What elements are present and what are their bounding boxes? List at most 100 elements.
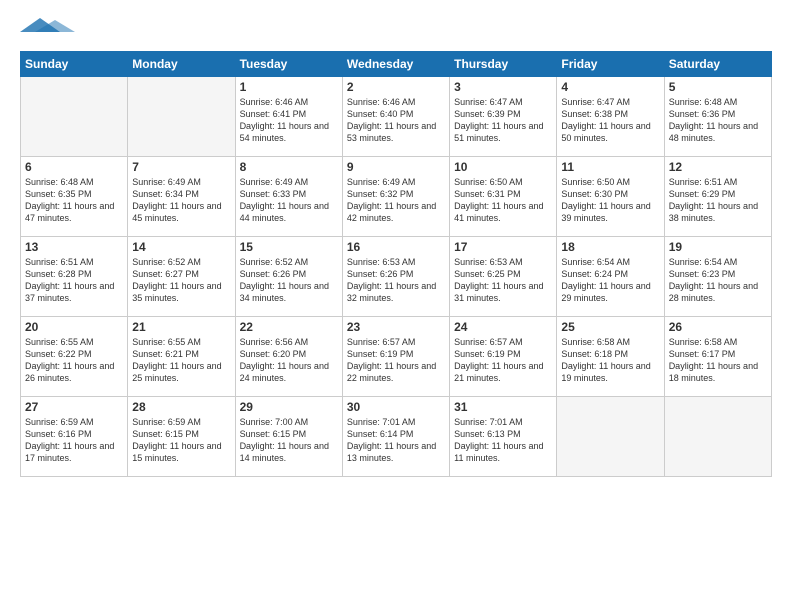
day-info: Sunrise: 6:47 AMSunset: 6:39 PMDaylight:… [454,96,552,145]
day-number: 30 [347,400,445,414]
table-row: 14 Sunrise: 6:52 AMSunset: 6:27 PMDayligh… [128,237,235,317]
day-info: Sunrise: 6:52 AMSunset: 6:27 PMDaylight:… [132,256,230,305]
day-number: 19 [669,240,767,254]
day-info: Sunrise: 6:47 AMSunset: 6:38 PMDaylight:… [561,96,659,145]
day-info: Sunrise: 7:01 AMSunset: 6:14 PMDaylight:… [347,416,445,465]
day-number: 21 [132,320,230,334]
day-info: Sunrise: 6:53 AMSunset: 6:26 PMDaylight:… [347,256,445,305]
table-row: 18 Sunrise: 6:54 AMSunset: 6:24 PMDayligh… [557,237,664,317]
day-number: 20 [25,320,123,334]
day-info: Sunrise: 6:50 AMSunset: 6:30 PMDaylight:… [561,176,659,225]
table-row: 19Sunrise: 6:54 AMSunset: 6:23 PMDayligh… [664,237,771,317]
table-row: 6 Sunrise: 6:48 AMSunset: 6:35 PMDaylight… [21,157,128,237]
logo-icon [20,18,80,36]
col-thursday: Thursday [450,52,557,77]
day-info: Sunrise: 6:55 AMSunset: 6:21 PMDaylight:… [132,336,230,385]
table-row: 27Sunrise: 6:59 AMSunset: 6:16 PMDayligh… [21,397,128,477]
day-number: 17 [454,240,552,254]
col-sunday: Sunday [21,52,128,77]
table-row: 20 Sunrise: 6:55 AMSunset: 6:22 PMDayligh… [21,317,128,397]
calendar-header-row: Sunday Monday Tuesday Wednesday Thursday… [21,52,772,77]
header [20,18,772,41]
day-number: 7 [132,160,230,174]
day-info: Sunrise: 7:01 AMSunset: 6:13 PMDaylight:… [454,416,552,465]
day-number: 23 [347,320,445,334]
table-row: 5 Sunrise: 6:48 AMSunset: 6:36 PMDaylight… [664,77,771,157]
day-number: 4 [561,80,659,94]
day-number: 22 [240,320,338,334]
day-info: Sunrise: 6:49 AMSunset: 6:34 PMDaylight:… [132,176,230,225]
day-number: 27 [25,400,123,414]
day-number: 15 [240,240,338,254]
day-number: 24 [454,320,552,334]
table-row: 4 Sunrise: 6:47 AMSunset: 6:38 PMDaylight… [557,77,664,157]
day-number: 3 [454,80,552,94]
day-info: Sunrise: 6:58 AMSunset: 6:18 PMDaylight:… [561,336,659,385]
day-number: 25 [561,320,659,334]
day-number: 1 [240,80,338,94]
col-monday: Monday [128,52,235,77]
page: Sunday Monday Tuesday Wednesday Thursday… [0,0,792,612]
day-info: Sunrise: 6:56 AMSunset: 6:20 PMDaylight:… [240,336,338,385]
table-row [557,397,664,477]
table-row: 12 Sunrise: 6:51 AMSunset: 6:29 PMDayligh… [664,157,771,237]
table-row [128,77,235,157]
day-number: 5 [669,80,767,94]
day-number: 11 [561,160,659,174]
calendar-week-row: 13Sunrise: 6:51 AMSunset: 6:28 PMDayligh… [21,237,772,317]
day-number: 26 [669,320,767,334]
calendar-table: Sunday Monday Tuesday Wednesday Thursday… [20,51,772,477]
day-info: Sunrise: 6:46 AMSunset: 6:40 PMDaylight:… [347,96,445,145]
table-row: 31 Sunrise: 7:01 AMSunset: 6:13 PMDayligh… [450,397,557,477]
day-number: 6 [25,160,123,174]
table-row: 1 Sunrise: 6:46 AMSunset: 6:41 PMDaylight… [235,77,342,157]
table-row: 22 Sunrise: 6:56 AMSunset: 6:20 PMDayligh… [235,317,342,397]
table-row: 8 Sunrise: 6:49 AMSunset: 6:33 PMDaylight… [235,157,342,237]
day-info: Sunrise: 6:49 AMSunset: 6:33 PMDaylight:… [240,176,338,225]
day-info: Sunrise: 6:54 AMSunset: 6:24 PMDaylight:… [561,256,659,305]
day-info: Sunrise: 6:55 AMSunset: 6:22 PMDaylight:… [25,336,123,385]
day-info: Sunrise: 6:48 AMSunset: 6:35 PMDaylight:… [25,176,123,225]
day-number: 8 [240,160,338,174]
day-number: 2 [347,80,445,94]
day-number: 29 [240,400,338,414]
day-number: 9 [347,160,445,174]
table-row: 21 Sunrise: 6:55 AMSunset: 6:21 PMDayligh… [128,317,235,397]
day-info: Sunrise: 6:53 AMSunset: 6:25 PMDaylight:… [454,256,552,305]
table-row: 30 Sunrise: 7:01 AMSunset: 6:14 PMDayligh… [342,397,449,477]
day-info: Sunrise: 6:58 AMSunset: 6:17 PMDaylight:… [669,336,767,385]
day-info: Sunrise: 6:48 AMSunset: 6:36 PMDaylight:… [669,96,767,145]
calendar-week-row: 27Sunrise: 6:59 AMSunset: 6:16 PMDayligh… [21,397,772,477]
day-info: Sunrise: 6:57 AMSunset: 6:19 PMDaylight:… [454,336,552,385]
table-row: 7 Sunrise: 6:49 AMSunset: 6:34 PMDaylight… [128,157,235,237]
day-number: 14 [132,240,230,254]
calendar-week-row: 6 Sunrise: 6:48 AMSunset: 6:35 PMDaylight… [21,157,772,237]
table-row: 13Sunrise: 6:51 AMSunset: 6:28 PMDayligh… [21,237,128,317]
col-friday: Friday [557,52,664,77]
table-row [664,397,771,477]
day-info: Sunrise: 6:46 AMSunset: 6:41 PMDaylight:… [240,96,338,145]
col-tuesday: Tuesday [235,52,342,77]
day-info: Sunrise: 6:57 AMSunset: 6:19 PMDaylight:… [347,336,445,385]
table-row: 11 Sunrise: 6:50 AMSunset: 6:30 PMDayligh… [557,157,664,237]
calendar-week-row: 1 Sunrise: 6:46 AMSunset: 6:41 PMDaylight… [21,77,772,157]
logo [20,18,80,41]
day-number: 31 [454,400,552,414]
table-row: 29Sunrise: 7:00 AMSunset: 6:15 PMDayligh… [235,397,342,477]
day-info: Sunrise: 6:51 AMSunset: 6:29 PMDaylight:… [669,176,767,225]
day-number: 18 [561,240,659,254]
day-info: Sunrise: 6:50 AMSunset: 6:31 PMDaylight:… [454,176,552,225]
day-number: 16 [347,240,445,254]
day-number: 13 [25,240,123,254]
day-info: Sunrise: 6:49 AMSunset: 6:32 PMDaylight:… [347,176,445,225]
table-row: 9 Sunrise: 6:49 AMSunset: 6:32 PMDaylight… [342,157,449,237]
table-row: 24 Sunrise: 6:57 AMSunset: 6:19 PMDayligh… [450,317,557,397]
col-saturday: Saturday [664,52,771,77]
day-number: 12 [669,160,767,174]
day-number: 28 [132,400,230,414]
table-row: 15Sunrise: 6:52 AMSunset: 6:26 PMDayligh… [235,237,342,317]
day-info: Sunrise: 6:59 AMSunset: 6:15 PMDaylight:… [132,416,230,465]
table-row: 26 Sunrise: 6:58 AMSunset: 6:17 PMDayligh… [664,317,771,397]
table-row: 23 Sunrise: 6:57 AMSunset: 6:19 PMDayligh… [342,317,449,397]
table-row: 17 Sunrise: 6:53 AMSunset: 6:25 PMDayligh… [450,237,557,317]
